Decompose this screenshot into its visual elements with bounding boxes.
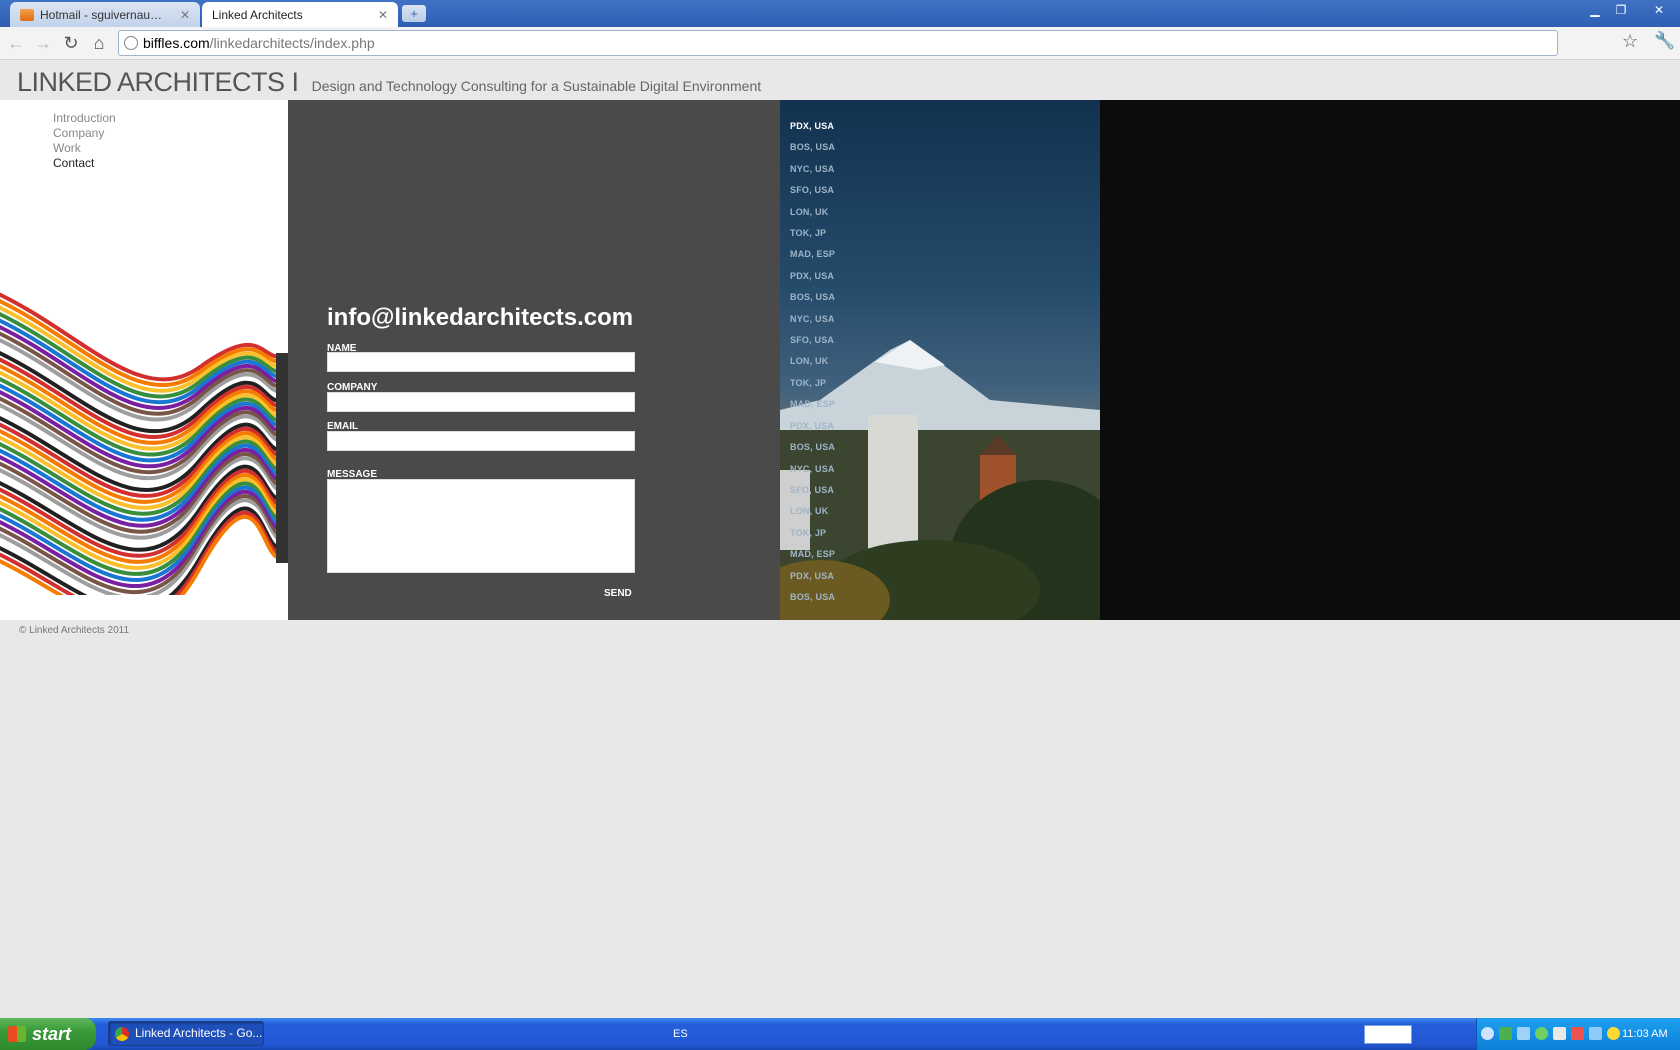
restore-button[interactable]: ❐ — [1610, 2, 1632, 18]
city-item[interactable]: NYC, USA — [790, 309, 835, 330]
site-nav: Introduction Company Work Contact — [53, 111, 116, 171]
forward-button[interactable]: → — [32, 32, 54, 54]
tray-app-icon[interactable] — [1499, 1027, 1512, 1040]
network-icon[interactable] — [1517, 1027, 1530, 1040]
home-button[interactable]: ⌂ — [88, 32, 110, 54]
reload-button[interactable]: ↻ — [60, 32, 82, 54]
name-input[interactable] — [327, 352, 635, 372]
city-item[interactable]: PDX, USA — [790, 116, 835, 137]
contact-form-panel: info@linkedarchitects.com NAME COMPANY E… — [288, 100, 780, 620]
city-item[interactable]: NYC, USA — [790, 459, 835, 480]
city-item[interactable]: LON, UK — [790, 351, 835, 372]
hotmail-icon — [20, 8, 34, 21]
web-page: LINKED ARCHITECTS I Design and Technolog… — [0, 61, 1680, 1018]
tab-hotmail[interactable]: Hotmail - sguivernau@hot... ✕ — [10, 2, 200, 27]
city-item[interactable]: SFO, USA — [790, 330, 835, 351]
city-item[interactable]: BOS, USA — [790, 287, 835, 308]
city-item[interactable]: MAD, ESP — [790, 244, 835, 265]
portland-city-photo: PDX, USA BOS, USA NYC, USA SFO, USA LON, UK T… — [780, 100, 1100, 620]
city-item[interactable]: LON, UK — [790, 501, 835, 522]
new-tab-button[interactable]: + — [402, 5, 426, 22]
city-item[interactable]: BOS, USA — [790, 137, 835, 158]
globe-icon — [124, 36, 138, 50]
city-item[interactable]: MAD, ESP — [790, 544, 835, 565]
windows-taskbar: start Linked Architects - Go... ES 11:03… — [0, 1018, 1680, 1050]
left-panel: Introduction Company Work Contact — [0, 100, 288, 620]
city-item[interactable]: MAD, ESP — [790, 394, 835, 415]
tab-linked-architects[interactable]: Linked Architects ✕ — [202, 2, 398, 27]
ribbon-cable-image — [0, 292, 288, 595]
shield-icon[interactable] — [1607, 1027, 1620, 1040]
taskbar-search-box[interactable] — [1364, 1025, 1412, 1044]
nav-company[interactable]: Company — [53, 126, 116, 141]
site-name: LINKED ARCHITECTS I — [17, 67, 299, 97]
site-tagline: Design and Technology Consulting for a S… — [311, 78, 762, 94]
city-item[interactable]: TOK, JP — [790, 523, 835, 544]
start-button[interactable]: start — [0, 1018, 96, 1050]
clock: 11:03 AM — [1622, 1028, 1668, 1040]
tab-label: Hotmail - sguivernau@hot... — [40, 7, 174, 22]
close-icon[interactable]: ✕ — [378, 8, 388, 22]
url-host: biffles.com — [143, 35, 210, 51]
close-window-button[interactable]: ✕ — [1648, 2, 1670, 18]
city-item[interactable]: SFO, USA — [790, 480, 835, 501]
tab-label: Linked Architects — [212, 7, 303, 22]
message-textarea[interactable] — [327, 479, 635, 573]
url-path: /linkedarchitects/index.php — [209, 35, 375, 51]
city-item[interactable]: BOS, USA — [790, 587, 835, 608]
display-icon[interactable] — [1589, 1027, 1602, 1040]
city-item[interactable]: SFO, USA — [790, 180, 835, 201]
tray-app-icon[interactable] — [1553, 1027, 1566, 1040]
city-item[interactable]: TOK, JP — [790, 373, 835, 394]
site-title: LINKED ARCHITECTS I Design and Technolog… — [17, 67, 761, 98]
dark-panel — [1100, 100, 1680, 620]
browser-toolbar: ← → ↻ ⌂ biffles.com/linkedarchitects/ind… — [0, 27, 1680, 60]
chrome-icon — [115, 1027, 129, 1041]
nav-introduction[interactable]: Introduction — [53, 111, 116, 126]
bookmark-star-icon[interactable]: ☆ — [1622, 31, 1638, 52]
nav-work[interactable]: Work — [53, 141, 116, 156]
send-button[interactable]: SEND — [604, 588, 632, 599]
company-input[interactable] — [327, 392, 635, 412]
city-item[interactable]: BOS, USA — [790, 437, 835, 458]
task-label: Linked Architects - Go... — [135, 1026, 263, 1040]
taskbar-chrome-window[interactable]: Linked Architects - Go... — [108, 1021, 264, 1046]
start-label: start — [32, 1024, 72, 1044]
city-item[interactable]: LON, UK — [790, 202, 835, 223]
copyright: © Linked Architects 2011 — [19, 625, 130, 636]
city-list: PDX, USA BOS, USA NYC, USA SFO, USA LON, UK T… — [790, 116, 835, 608]
wrench-menu-icon[interactable]: 🔧 — [1654, 31, 1675, 51]
browser-tab-strip: Hotmail - sguivernau@hot... ✕ Linked Arc… — [0, 0, 1680, 27]
arrow-icon[interactable] — [1481, 1027, 1494, 1040]
close-icon[interactable]: ✕ — [180, 8, 190, 22]
city-item[interactable]: TOK, JP — [790, 223, 835, 244]
back-button[interactable]: ← — [5, 32, 27, 54]
city-item[interactable]: PDX, USA — [790, 566, 835, 587]
contact-email[interactable]: info@linkedarchitects.com — [327, 304, 633, 332]
address-bar[interactable]: biffles.com/linkedarchitects/index.php — [118, 30, 1558, 56]
city-item[interactable]: PDX, USA — [790, 266, 835, 287]
messenger-icon[interactable] — [1535, 1027, 1548, 1040]
nav-contact[interactable]: Contact — [53, 156, 116, 171]
windows-logo-icon — [8, 1026, 26, 1042]
email-input[interactable] — [327, 431, 635, 451]
system-tray: 11:03 AM — [1476, 1018, 1680, 1050]
language-indicator[interactable]: ES — [673, 1018, 688, 1050]
city-item[interactable]: PDX, USA — [790, 416, 835, 437]
city-item[interactable]: NYC, USA — [790, 159, 835, 180]
minimize-button[interactable]: ▁ — [1584, 2, 1606, 18]
security-icon[interactable] — [1571, 1027, 1584, 1040]
